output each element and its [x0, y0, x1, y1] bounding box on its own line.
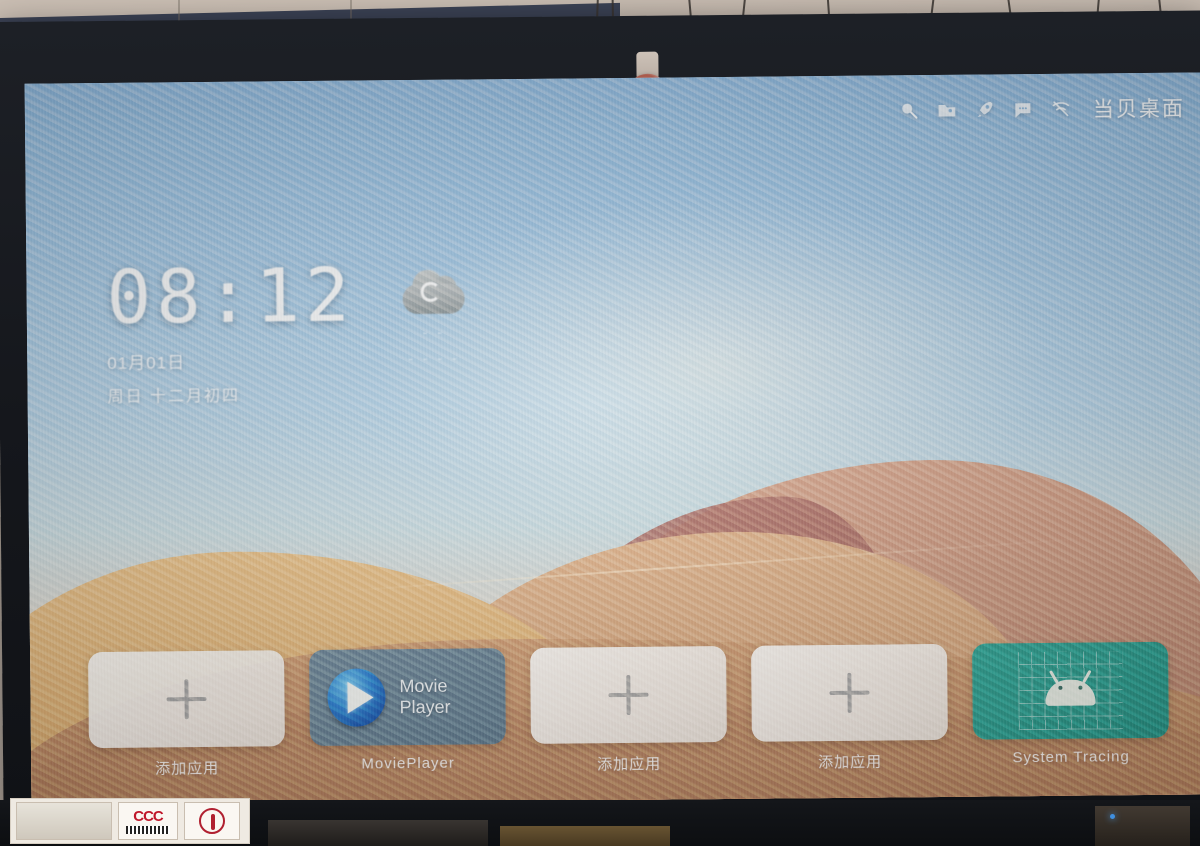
plus-icon: [608, 675, 648, 715]
tv-home-screen: 当贝桌面 08:12 01月01日 周日 十二月初四 - - - - - - 添…: [24, 72, 1200, 806]
clock-time: 08:12: [106, 252, 355, 341]
desk-object: [1095, 806, 1190, 846]
certification-stickers: CCC: [10, 798, 250, 844]
power-led-icon: [1110, 814, 1115, 819]
app-label: MoviePlayer: [361, 754, 455, 773]
movieplayer-tile-title: Movie Player: [399, 675, 450, 718]
message-icon[interactable]: [1013, 99, 1033, 119]
file-manager-icon[interactable]: [937, 100, 957, 120]
room-photo: 当贝桌面 08:12 01月01日 周日 十二月初四 - - - - - - 添…: [0, 0, 1200, 846]
system-tracing-tile[interactable]: [972, 641, 1169, 740]
app-label: 添加应用: [597, 755, 662, 774]
add-app-tile[interactable]: [530, 646, 727, 744]
weather-condition: - - - -: [408, 349, 460, 367]
energy-mark-icon: [199, 808, 225, 834]
desk-object: [268, 820, 488, 846]
movieplayer-tile[interactable]: Movie Player: [309, 648, 506, 747]
add-app-tile[interactable]: [88, 650, 285, 749]
plus-icon: [166, 679, 206, 719]
app-label: System Tracing: [1012, 748, 1130, 767]
cloud-refresh-icon: [402, 268, 465, 315]
clock-weather-widget[interactable]: 08:12 01月01日 周日 十二月初四 - - - - - -: [106, 252, 465, 408]
weather-temperature: - -: [422, 323, 445, 340]
app-label: 添加应用: [155, 759, 220, 778]
sticker-ccc: CCC: [118, 802, 178, 840]
play-circle-icon: [327, 668, 386, 727]
weather-block[interactable]: - - - - - -: [402, 268, 465, 367]
plus-icon: [829, 673, 869, 713]
ccc-label: CCC: [133, 808, 163, 825]
app-tile-system-tracing[interactable]: System Tracing: [972, 641, 1169, 767]
clock-block: 08:12 01月01日 周日 十二月初四: [106, 252, 355, 408]
app-tile-add-3[interactable]: 添加应用: [751, 643, 948, 773]
search-icon[interactable]: [899, 100, 919, 120]
app-dock: 添加应用 Movie Player MoviePlayer 添加应用 添加应用 …: [88, 641, 1169, 779]
app-tile-movieplayer[interactable]: Movie Player MoviePlayer: [309, 648, 506, 773]
clock-date: 01月01日: [107, 353, 186, 374]
desk-object: [500, 826, 670, 846]
sticker-blank: [16, 802, 112, 840]
android-robot-icon: [1045, 669, 1096, 706]
boost-rocket-icon[interactable]: [975, 99, 995, 119]
add-app-tile[interactable]: [751, 643, 948, 742]
app-label: 添加应用: [818, 753, 883, 772]
sticker-energy: [184, 802, 240, 840]
tile-title-line2: Player: [399, 696, 451, 718]
app-tile-add-1[interactable]: 添加应用: [88, 650, 285, 779]
tile-title-line1: Movie: [399, 675, 448, 696]
monitor-top-bezel: [0, 10, 1200, 80]
desktop-brand-label: 当贝桌面: [1092, 97, 1186, 122]
monitor: 当贝桌面 08:12 01月01日 周日 十二月初四 - - - - - - 添…: [0, 10, 1200, 822]
app-tile-add-2[interactable]: 添加应用: [530, 646, 727, 775]
network-disconnected-icon[interactable]: [1051, 99, 1071, 119]
clock-lunar-date: 周日 十二月初四: [107, 387, 241, 407]
status-bar: 当贝桌面: [899, 93, 1185, 126]
barcode: [126, 826, 170, 834]
